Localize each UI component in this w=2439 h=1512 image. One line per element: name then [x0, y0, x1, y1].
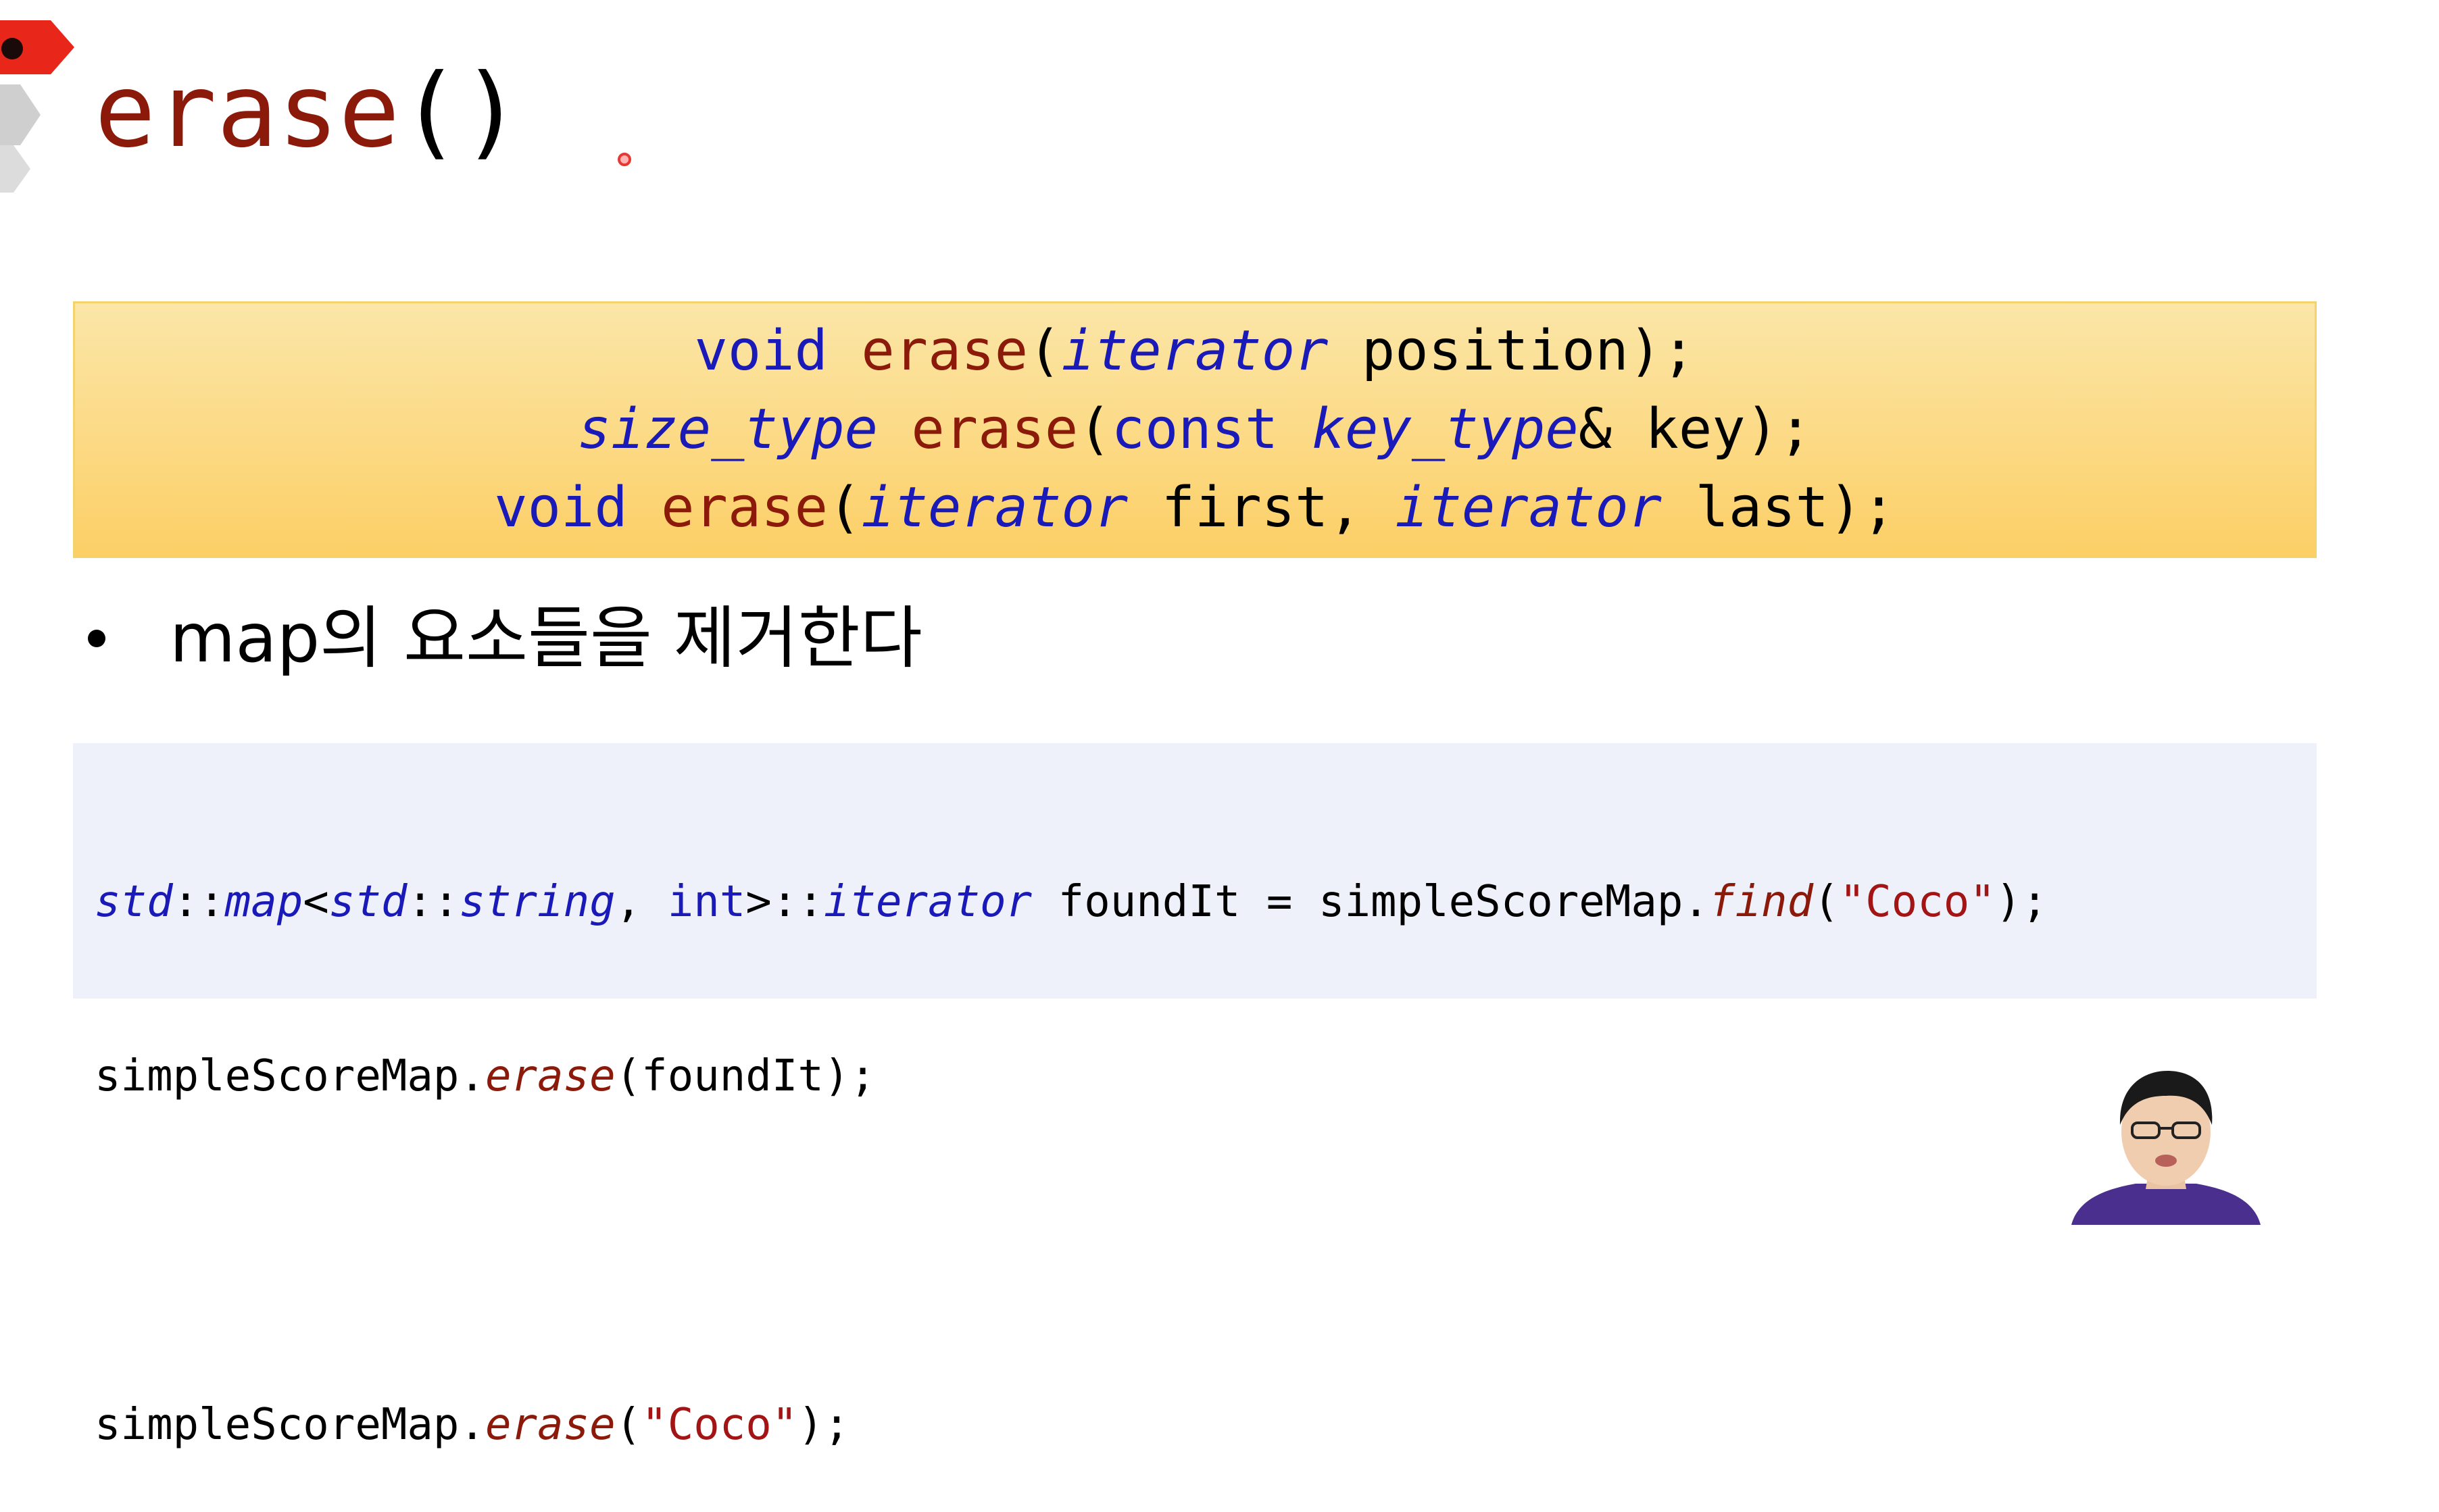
code-token: :: [172, 877, 225, 927]
code-line-2: simpleScoreMap.erase(foundIt); [95, 1047, 2317, 1105]
sig2-rest: & key); [1578, 397, 1813, 461]
code-line-4: simpleScoreMap.erase("Coco"); [95, 1396, 2317, 1454]
title-parens: () [399, 53, 522, 170]
code-token: "Coco" [1839, 877, 1996, 927]
signature-line-3: void erase(iterator first, iterator last… [494, 469, 1896, 547]
sig1-param-type: iterator [1061, 319, 1329, 383]
code-token: "Coco" [641, 1400, 798, 1450]
code-token: ( [1813, 877, 1840, 927]
code-token: simpleScoreMap. [95, 1051, 485, 1101]
code-token: , [615, 877, 668, 927]
sig2-return-type: size_type [577, 397, 878, 461]
code-token: foundIt = simpleScoreMap. [1032, 877, 1709, 927]
code-token: :: [407, 877, 460, 927]
code-token: string [459, 877, 616, 927]
sig3-function: erase [661, 476, 828, 540]
bullet-text: map의 요소들을 제거한다 [170, 599, 922, 678]
sig3-param-type-1: iterator [861, 476, 1129, 540]
sig3-param-type-2: iterator [1395, 476, 1662, 540]
code-token: >:: [745, 877, 824, 927]
code-token: erase [485, 1400, 616, 1450]
sig3-return-type: void [494, 476, 628, 540]
code-token: < [303, 877, 329, 927]
code-token: simpleScoreMap. [95, 1400, 485, 1450]
laser-pointer-icon [618, 153, 631, 166]
code-token: erase [485, 1051, 616, 1101]
code-token: std [95, 877, 173, 927]
code-example: std::map<std::string, int>::iterator fou… [73, 743, 2317, 1450]
logo-icon [0, 20, 74, 193]
code-line-1: std::map<std::string, int>::iterator fou… [95, 873, 2317, 931]
sig3-rest: last); [1662, 476, 1896, 540]
presenter-video-avatar [2071, 1071, 2261, 1225]
sig1-open: ( [1028, 319, 1062, 383]
signature-line-2: size_type erase(const key_type& key); [578, 390, 1813, 469]
title-function-name: erase [95, 53, 400, 170]
sig2-param-type: key_type [1311, 397, 1579, 461]
sig1-return-type: void [694, 319, 828, 383]
bullet-item: map의 요소들을 제거한다 [88, 595, 922, 682]
sig1-function: erase [861, 319, 1029, 383]
signature-line-1: void erase(iterator position); [694, 312, 1695, 390]
sig3-open: ( [827, 476, 862, 540]
code-token: ); [797, 1400, 850, 1450]
signature-box: void erase(iterator position); size_type… [73, 301, 2317, 558]
sig2-open: ( [1078, 397, 1112, 461]
code-token: ( [615, 1400, 642, 1450]
sig2-function: erase [911, 397, 1079, 461]
sig3-mid: first, [1128, 476, 1396, 540]
sig1-rest: position); [1328, 319, 1696, 383]
code-token: find [1708, 877, 1814, 927]
bullet-dot-icon [88, 630, 105, 647]
code-token: map [224, 877, 303, 927]
code-token: int [667, 877, 746, 927]
sig2-const: const [1111, 397, 1279, 461]
page-title: erase() [95, 61, 522, 162]
code-token: ); [1995, 877, 2048, 927]
code-token: (foundIt); [615, 1051, 876, 1101]
code-token: iterator [823, 877, 1033, 927]
code-token: std [328, 877, 408, 927]
